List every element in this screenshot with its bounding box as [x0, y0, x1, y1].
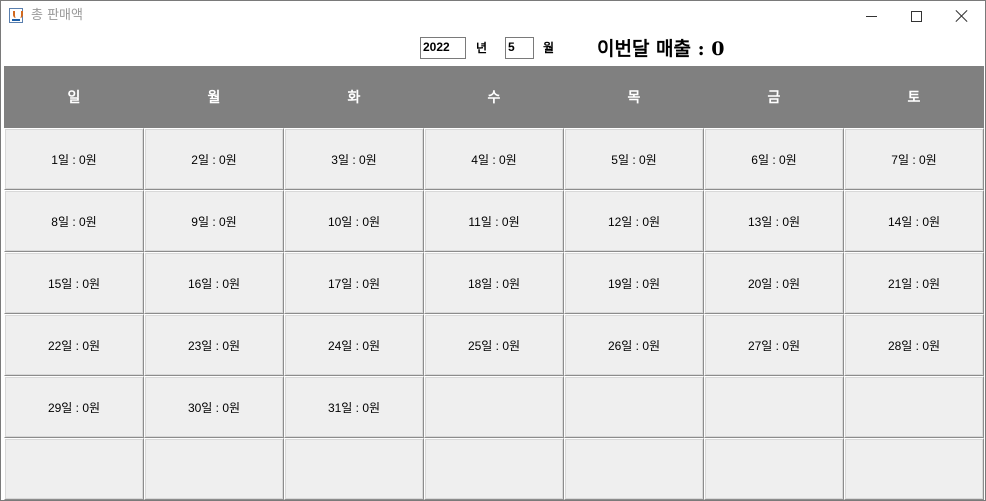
- day-button[interactable]: [844, 438, 984, 500]
- day-button[interactable]: 8일 : 0원: [4, 190, 144, 252]
- month-unit-label: 월: [543, 41, 555, 55]
- weekday-header-sun: 일: [4, 66, 144, 128]
- day-button[interactable]: 9일 : 0원: [144, 190, 284, 252]
- day-button[interactable]: 2일 : 0원: [144, 128, 284, 190]
- app-window: 총 판매액 2022 년 5 월 이번달 매출 : 0 일 월 화 수 목 금 …: [0, 0, 986, 501]
- year-input[interactable]: 2022: [420, 37, 466, 59]
- day-button[interactable]: 16일 : 0원: [144, 252, 284, 314]
- weekday-header-mon: 월: [144, 66, 284, 128]
- day-button[interactable]: 11일 : 0원: [424, 190, 564, 252]
- day-button[interactable]: 23일 : 0원: [144, 314, 284, 376]
- java-coffee-cup-icon: [9, 8, 23, 23]
- day-button[interactable]: [564, 438, 704, 500]
- month-input[interactable]: 5: [505, 37, 534, 59]
- day-button[interactable]: 25일 : 0원: [424, 314, 564, 376]
- day-button[interactable]: [424, 438, 564, 500]
- day-button[interactable]: 10일 : 0원: [284, 190, 424, 252]
- day-button[interactable]: 22일 : 0원: [4, 314, 144, 376]
- day-button[interactable]: 28일 : 0원: [844, 314, 984, 376]
- day-button[interactable]: 3일 : 0원: [284, 128, 424, 190]
- day-button[interactable]: 21일 : 0원: [844, 252, 984, 314]
- day-button[interactable]: 14일 : 0원: [844, 190, 984, 252]
- close-icon: [955, 9, 969, 23]
- day-button[interactable]: 24일 : 0원: [284, 314, 424, 376]
- day-button[interactable]: 6일 : 0원: [704, 128, 844, 190]
- weekday-header-fri: 금: [704, 66, 844, 128]
- day-button[interactable]: [144, 438, 284, 500]
- day-button[interactable]: 29일 : 0원: [4, 376, 144, 438]
- weekday-header-tue: 화: [284, 66, 424, 128]
- day-button[interactable]: 13일 : 0원: [704, 190, 844, 252]
- window-title: 총 판매액: [31, 8, 83, 23]
- day-button[interactable]: [424, 376, 564, 438]
- day-button[interactable]: 4일 : 0원: [424, 128, 564, 190]
- day-button[interactable]: 1일 : 0원: [4, 128, 144, 190]
- minimize-icon: [866, 16, 877, 17]
- day-button[interactable]: 30일 : 0원: [144, 376, 284, 438]
- day-button[interactable]: 19일 : 0원: [564, 252, 704, 314]
- minimize-button[interactable]: [849, 1, 895, 31]
- day-button[interactable]: [704, 438, 844, 500]
- close-button[interactable]: [940, 1, 986, 31]
- day-button[interactable]: 20일 : 0원: [704, 252, 844, 314]
- day-button[interactable]: 26일 : 0원: [564, 314, 704, 376]
- day-button[interactable]: 17일 : 0원: [284, 252, 424, 314]
- year-unit-label: 년: [476, 41, 488, 55]
- day-button[interactable]: 18일 : 0원: [424, 252, 564, 314]
- maximize-icon: [911, 11, 922, 22]
- day-button[interactable]: 31일 : 0원: [284, 376, 424, 438]
- day-button[interactable]: 7일 : 0원: [844, 128, 984, 190]
- day-button[interactable]: [284, 438, 424, 500]
- weekday-header-wed: 수: [424, 66, 564, 128]
- day-button[interactable]: 5일 : 0원: [564, 128, 704, 190]
- day-button[interactable]: [844, 376, 984, 438]
- calendar-grid: 일 월 화 수 목 금 토 1일 : 0원 2일 : 0원 3일 : 0원 4일 : …: [4, 66, 984, 500]
- day-button[interactable]: [4, 438, 144, 500]
- day-button[interactable]: [564, 376, 704, 438]
- weekday-header-sat: 토: [844, 66, 984, 128]
- day-button[interactable]: 12일 : 0원: [564, 190, 704, 252]
- weekday-header-thu: 목: [564, 66, 704, 128]
- title-bar[interactable]: 총 판매액: [1, 1, 985, 31]
- monthly-sales-label: 이번달 매출 : 0: [597, 38, 725, 60]
- day-button[interactable]: [704, 376, 844, 438]
- day-button[interactable]: 15일 : 0원: [4, 252, 144, 314]
- maximize-button[interactable]: [894, 1, 940, 31]
- day-button[interactable]: 27일 : 0원: [704, 314, 844, 376]
